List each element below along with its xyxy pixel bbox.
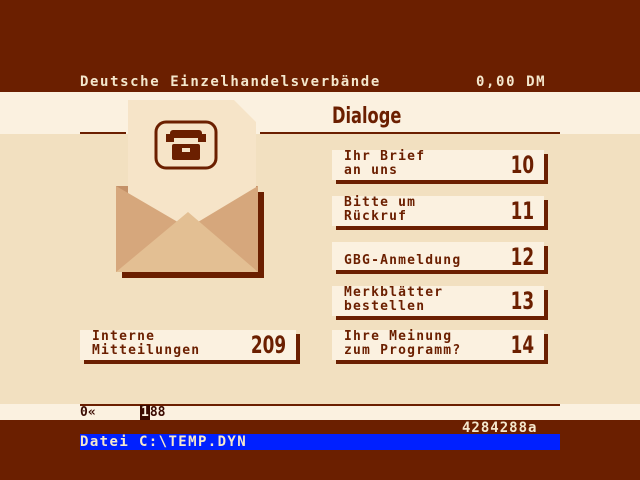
tile-label: Merkblätter bestellen: [344, 285, 444, 314]
tile-label: GBG-Anmeldung: [344, 253, 462, 268]
tile-label: Ihr Brief an uns: [344, 149, 426, 178]
file-path: Datei C:\TEMP.DYN: [80, 434, 248, 450]
envelope-with-telephone-icon: [116, 100, 264, 278]
page-indicator: 188: [140, 405, 165, 420]
tile-gbg-anmeldung[interactable]: GBG-Anmeldung 12: [332, 242, 544, 271]
status-bar: 0« 188: [0, 404, 640, 420]
main-panel: Dialoge Ihr Brief an uns 10 Bitte um Rüc…: [0, 92, 640, 404]
tile-ihre-meinung[interactable]: Ihre Meinung zum Programm? 14: [332, 330, 544, 360]
tile-number: 13: [510, 287, 534, 315]
tile-label: Ihre Meinung zum Programm?: [344, 329, 462, 358]
file-bar: Datei C:\TEMP.DYN: [80, 434, 560, 450]
tile-number: 10: [510, 151, 534, 179]
tile-label: Bitte um Rückruf: [344, 195, 417, 224]
tile-ihr-brief[interactable]: Ihr Brief an uns 10: [332, 150, 544, 180]
tile-number: 14: [510, 331, 534, 359]
tile-bitte-um-rueckruf[interactable]: Bitte um Rückruf 11: [332, 196, 544, 226]
page-back-indicator[interactable]: 0«: [80, 405, 96, 420]
tile-number: 11: [510, 197, 534, 225]
tile-merkblaetter[interactable]: Merkblätter bestellen 13: [332, 286, 544, 316]
page-indicator-rest: 88: [149, 405, 166, 420]
section-title: Dialoge: [332, 104, 402, 129]
header-bar: Deutsche Einzelhandelsverbände 0,00 DM: [0, 72, 640, 92]
tile-number: 12: [510, 243, 534, 271]
tile-label: Interne Mitteilungen: [92, 329, 201, 358]
cost-display: 0,00 DM: [476, 74, 547, 90]
tile-interne-mitteilungen[interactable]: Interne Mitteilungen 209: [80, 330, 296, 360]
provider-title: Deutsche Einzelhandelsverbände: [80, 74, 381, 90]
page-indicator-mark: 1: [140, 405, 150, 420]
title-band: [0, 92, 640, 134]
title-rule-right: [260, 132, 560, 134]
tile-number: 209: [250, 331, 286, 359]
